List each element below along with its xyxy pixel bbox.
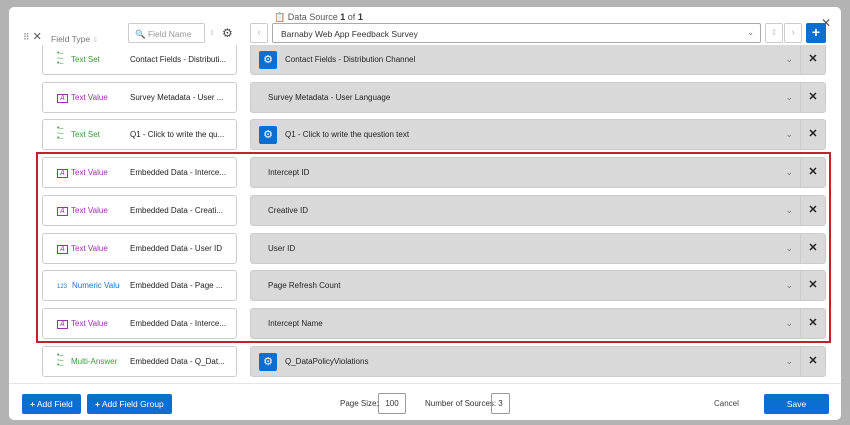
cancel-button[interactable]: Cancel	[714, 399, 739, 408]
field-type-label: Text Value	[71, 92, 108, 102]
page-size-input[interactable]: 100	[378, 393, 406, 414]
next-source-button[interactable]: ›	[784, 23, 802, 43]
field-type-icon: A	[57, 93, 68, 103]
remove-field-button[interactable]: ✕	[800, 120, 825, 150]
mapped-field-value: Q1 - Click to write the question text	[285, 130, 410, 140]
sort-icon[interactable]: ⇕	[209, 29, 215, 37]
prev-source-button[interactable]: ‹	[250, 23, 268, 43]
of-label: of	[347, 12, 356, 22]
highlight-box	[36, 152, 831, 343]
field-type-label: Text Set	[71, 130, 100, 140]
add-field-group-button[interactable]: + Add Field Group	[87, 394, 172, 414]
gear-icon[interactable]: ⚙	[259, 126, 277, 145]
add-source-button[interactable]: +	[806, 23, 826, 43]
mapped-field-select[interactable]: Survey Metadata - User Language ⌄ ✕	[250, 81, 826, 113]
data-source-indicator: 📋 Data Source 1 of 1	[274, 12, 363, 22]
number-of-sources-label: Number of Sources:	[425, 399, 497, 408]
data-source-total: 1	[357, 12, 363, 22]
chevron-down-icon: ⌄	[785, 54, 793, 64]
data-source-label: Data Source	[287, 12, 338, 22]
field-row: •– ◦– •– Multi-Answer Embedded Data - Q_Da…	[9, 345, 841, 377]
survey-select[interactable]: Barnaby Web App Feedback Survey ⌄	[272, 23, 761, 43]
chevron-down-icon: ⌄	[785, 91, 793, 102]
remove-field-button[interactable]: ✕	[800, 45, 825, 74]
mapped-field-select[interactable]: ⚙ Contact Fields - Distribution Channel …	[250, 45, 826, 75]
settings-gear-icon[interactable]: ⚙	[222, 26, 233, 40]
remove-field-button[interactable]: ✕	[800, 346, 825, 376]
field-type-label: Field Type	[51, 34, 91, 44]
mapped-field-value: Contact Fields - Distribution Channel	[285, 55, 416, 64]
chevron-down-icon: ⌄	[747, 28, 754, 37]
add-field-label: Add Field	[36, 399, 73, 409]
field-name: Q1 - Click to write the qu...	[130, 130, 225, 140]
field-type-icon: •– ◦– •–	[57, 351, 64, 369]
page-size-label: Page Size:	[340, 399, 379, 408]
source-sort-button[interactable]: ⇕	[765, 23, 783, 43]
field-type-icon: •– ◦– •–	[57, 50, 64, 67]
remove-field-button[interactable]: ✕	[800, 82, 825, 112]
add-field-button[interactable]: + Add Field	[22, 394, 81, 414]
chevron-down-icon: ⌄	[785, 129, 793, 140]
field-type-label: Text Set	[71, 55, 100, 64]
search-icon: 🔍	[135, 29, 146, 39]
field-name-search[interactable]: 🔍 Field Name	[128, 23, 205, 43]
field-card[interactable]: •– ◦– •– Multi-Answer Embedded Data - Q_Da…	[42, 345, 237, 377]
search-placeholder: Field Name	[147, 29, 192, 39]
mapped-field-select[interactable]: ⚙ Q1 - Click to write the question text …	[250, 119, 826, 151]
field-row: •– ◦– •– Text Set Contact Fields - Distrib…	[9, 45, 841, 75]
number-of-sources-input[interactable]: 3	[491, 393, 510, 414]
field-type-label: Multi-Answer	[71, 356, 118, 366]
mapped-field-value: Survey Metadata - User Language	[268, 92, 391, 102]
gear-icon[interactable]: ⚙	[259, 352, 277, 371]
sort-icon: ⇕	[92, 37, 99, 44]
gear-icon[interactable]: ⚙	[259, 51, 277, 69]
save-button[interactable]: Save	[764, 394, 829, 414]
field-row: A Text Value Survey Metadata - User ... …	[9, 81, 841, 113]
data-source-current: 1	[340, 12, 346, 22]
drag-clear-controls[interactable]: ⠿ ✕	[23, 30, 42, 43]
mapped-field-value: Q_DataPolicyViolations	[285, 356, 369, 366]
survey-select-value: Barnaby Web App Feedback Survey	[281, 29, 418, 39]
field-card[interactable]: •– ◦– •– Text Set Q1 - Click to write the …	[42, 119, 237, 151]
footer-divider	[9, 383, 841, 384]
add-field-group-label: Add Field Group	[101, 399, 164, 409]
field-card[interactable]: A Text Value Survey Metadata - User ...	[42, 81, 237, 113]
chevron-down-icon: ⌄	[785, 355, 793, 366]
field-card[interactable]: •– ◦– •– Text Set Contact Fields - Distrib…	[42, 45, 237, 75]
field-name: Contact Fields - Distributi...	[130, 55, 227, 64]
field-type-icon: •– ◦– •–	[57, 125, 64, 143]
field-name: Survey Metadata - User ...	[130, 92, 224, 102]
field-row: •– ◦– •– Text Set Q1 - Click to write the …	[9, 119, 841, 151]
mapped-field-select[interactable]: ⚙ Q_DataPolicyViolations ⌄ ✕	[250, 345, 826, 377]
field-type-header[interactable]: Field Type ⇕	[51, 34, 98, 44]
field-name: Embedded Data - Q_Dat...	[130, 356, 225, 366]
field-mapping-dialog: 📋 Data Source 1 of 1 ✕ ⠿ ✕ Field Type ⇕ …	[9, 7, 841, 420]
